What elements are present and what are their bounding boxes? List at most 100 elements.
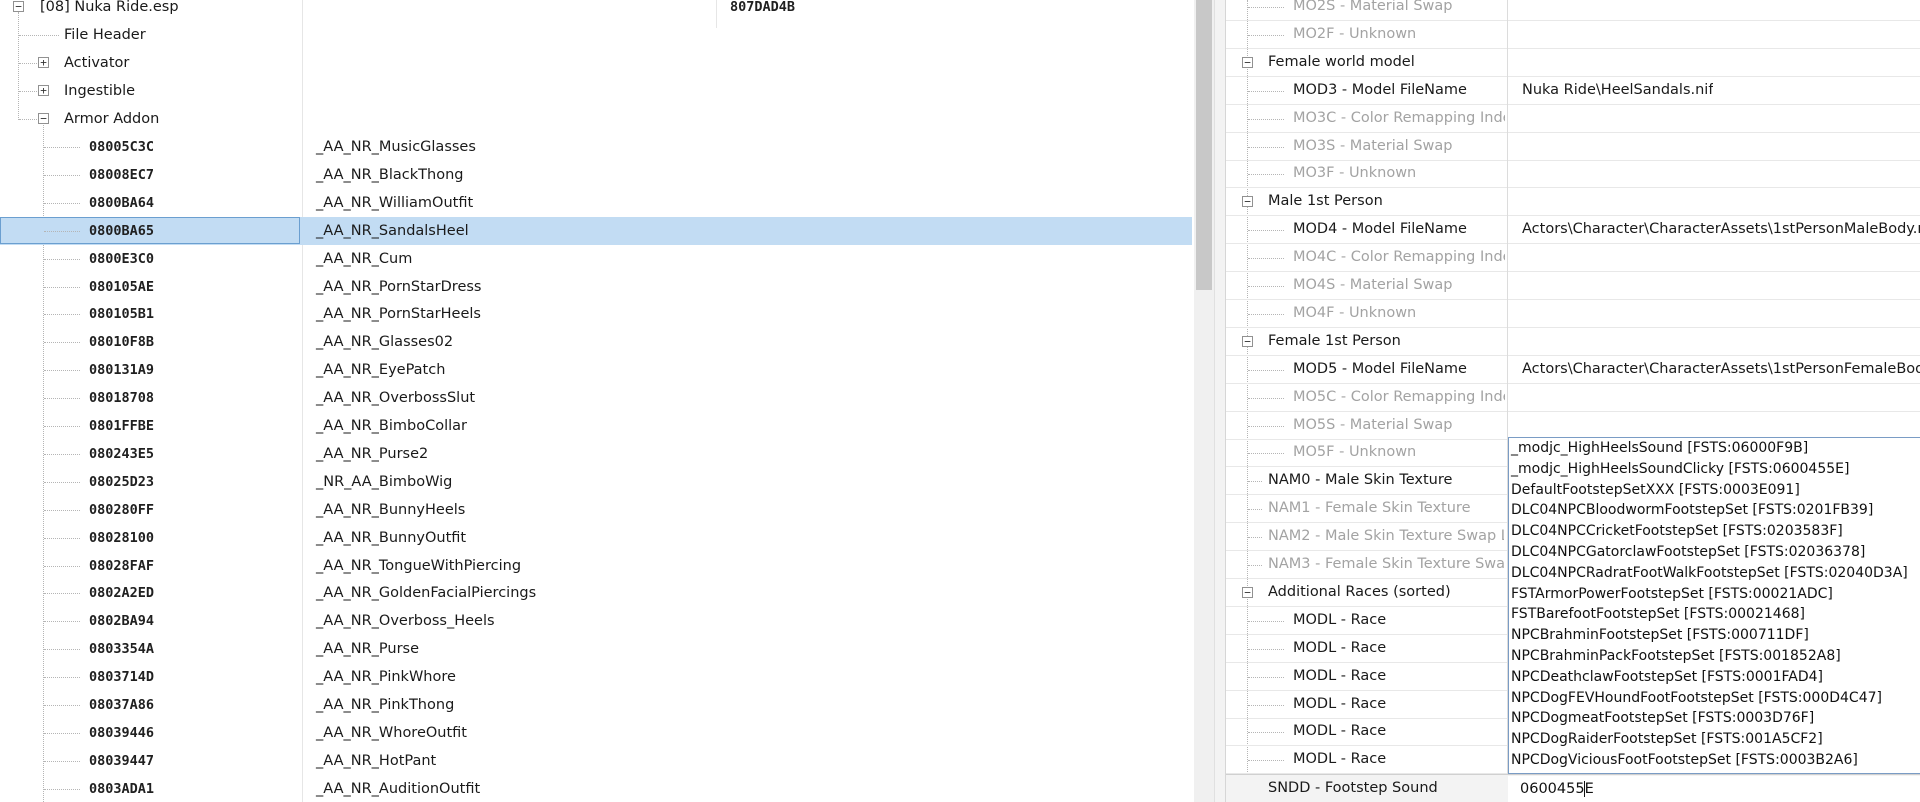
- grid-branch-line: [1248, 146, 1284, 148]
- grid-row[interactable]: MO4S - Material Swap: [1226, 272, 1920, 300]
- record-form-id: 0800BA64: [89, 194, 155, 211]
- tree-record-row[interactable]: 080105B1 _AA_NR_PornStarHeels: [0, 300, 1192, 328]
- grid-field-label: MOD3 - Model FileName: [1293, 81, 1467, 98]
- tree-branch-line: [44, 677, 80, 679]
- dropdown-option[interactable]: FSTArmorPowerFootstepSet [FSTS:00021ADC]: [1509, 584, 1920, 605]
- record-editor-id: _AA_NR_BlackThong: [316, 166, 464, 183]
- tree-record-row[interactable]: 08008EC7 _AA_NR_BlackThong: [0, 161, 1192, 189]
- grid-branch-line: [1248, 230, 1284, 232]
- record-form-id: 08025D23: [89, 473, 155, 490]
- grid-branch-line: [1248, 509, 1262, 511]
- grid-row[interactable]: MO4C - Color Remapping Index: [1226, 244, 1920, 273]
- tree-branch-line: [44, 788, 80, 790]
- grid-row[interactable]: MO5C - Color Remapping Index: [1226, 384, 1920, 412]
- grid-field-value[interactable]: Actors\Character\CharacterAssets\1stPers…: [1522, 356, 1920, 383]
- tree-record-row[interactable]: 0803ADA1 _AA_NR_AuditionOutfit: [0, 775, 1192, 802]
- grid-row[interactable]: MO4F - Unknown: [1226, 300, 1920, 328]
- tree-branch-line: [44, 314, 80, 316]
- footstep-sound-input[interactable]: [1508, 776, 1920, 802]
- tree-record-row[interactable]: 08010F8B _AA_NR_Glasses02: [0, 328, 1192, 356]
- grid-row[interactable]: MOD5 - Model FileName Actors\Character\Ch…: [1226, 356, 1920, 384]
- tree-branch-line: [44, 732, 80, 734]
- dropdown-option[interactable]: DLC04NPCBloodwormFootstepSet [FSTS:0201F…: [1509, 500, 1920, 521]
- tree-record-row[interactable]: 08028100 _AA_NR_BunnyOutfit: [0, 524, 1192, 552]
- collapse-toggle[interactable]: −: [38, 113, 49, 124]
- tree-record-row[interactable]: 080131A9 _AA_NR_EyePatch: [0, 356, 1192, 384]
- grid-row[interactable]: MO3F - Unknown: [1226, 160, 1920, 189]
- tree-record-row[interactable]: 08005C3C _AA_NR_MusicGlasses: [0, 133, 1192, 161]
- tree-record-row[interactable]: 0803714D _AA_NR_PinkWhore: [0, 663, 1192, 691]
- grid-field-label: NAM0 - Male Skin Texture: [1268, 472, 1453, 489]
- dropdown-option[interactable]: DefaultFootstepSetXXX [FSTS:0003E091]: [1509, 480, 1920, 501]
- tree-group-row[interactable]: − Armor Addon: [0, 105, 1192, 133]
- tree-file-header-row[interactable]: File Header: [0, 21, 1192, 49]
- collapse-toggle[interactable]: −: [13, 1, 24, 12]
- dropdown-option[interactable]: DLC04NPCGatorclawFootstepSet [FSTS:02036…: [1509, 542, 1920, 563]
- footstep-sound-dropdown-list[interactable]: _modjc_HighHeelsSound [FSTS:06000F9B] _mo…: [1508, 437, 1920, 774]
- tree-plugin-row[interactable]: − [08] Nuka Ride.esp 807DAD4B: [0, 0, 1192, 21]
- dropdown-option[interactable]: DLC04NPCCricketFootstepSet [FSTS:0203583…: [1509, 521, 1920, 542]
- tree-record-row[interactable]: 080105AE _AA_NR_PornStarDress: [0, 273, 1192, 301]
- grid-branch-line: [1248, 481, 1262, 483]
- tree-branch-line: [44, 649, 80, 651]
- tree-record-row[interactable]: 08039446 _AA_NR_WhoreOutfit: [0, 719, 1192, 747]
- grid-row[interactable]: MO2S - Material Swap: [1226, 0, 1920, 21]
- tree-record-row[interactable]: 080280FF _AA_NR_BunnyHeels: [0, 496, 1192, 524]
- grid-row[interactable]: MO3S - Material Swap: [1226, 133, 1920, 161]
- tree-scrollbar-thumb[interactable]: [1196, 0, 1212, 290]
- collapse-toggle[interactable]: −: [1242, 335, 1253, 347]
- tree-record-row[interactable]: 0802BA94 _AA_NR_Overboss_Heels: [0, 607, 1192, 635]
- grid-row[interactable]: − Female world model: [1226, 49, 1920, 77]
- dropdown-option[interactable]: NPCDeathclawFootstepSet [FSTS:0001FAD4]: [1509, 667, 1920, 688]
- grid-row[interactable]: MOD4 - Model FileName Actors\Character\Ch…: [1226, 216, 1920, 245]
- pane-splitter[interactable]: [1214, 0, 1226, 802]
- collapse-toggle[interactable]: −: [1242, 56, 1253, 68]
- expand-toggle[interactable]: +: [38, 85, 49, 96]
- record-editor-id: _AA_NR_Cum: [316, 250, 413, 267]
- collapse-toggle[interactable]: −: [1242, 196, 1253, 208]
- tree-group-row[interactable]: + Activator: [0, 49, 1192, 77]
- tree-group-row[interactable]: + Ingestible: [0, 77, 1192, 105]
- tree-record-row[interactable]: 0803354A _AA_NR_Purse: [0, 635, 1192, 663]
- dropdown-option[interactable]: NPCDogFEVHoundFootFootstepSet [FSTS:000D…: [1509, 688, 1920, 709]
- record-form-id: 08037A86: [89, 697, 155, 713]
- tree-record-row[interactable]: 08018708 _AA_NR_OverbossSlut: [0, 384, 1192, 412]
- tree-branch-line: [44, 370, 80, 372]
- tree-record-row[interactable]: 08025D23 _NR_AA_BimboWig: [0, 468, 1192, 496]
- dropdown-option[interactable]: FSTBarefootFootstepSet [FSTS:00021468]: [1509, 604, 1920, 625]
- dropdown-option[interactable]: _modjc_HighHeelsSound [FSTS:06000F9B]: [1509, 438, 1920, 459]
- tree-branch-line: [44, 537, 80, 539]
- tree-record-row[interactable]: 0800E3C0 _AA_NR_Cum: [0, 245, 1192, 273]
- tree-record-row[interactable]: 0801FFBE _AA_NR_BimboCollar: [0, 412, 1192, 440]
- dropdown-option[interactable]: NPCDogRaiderFootstepSet [FSTS:001A5CF2]: [1509, 729, 1920, 750]
- tree-record-row[interactable]: 0800BA64 _AA_NR_WilliamOutfit: [0, 189, 1192, 217]
- grid-field-label: MO3C - Color Remapping Index: [1293, 109, 1505, 126]
- dropdown-option[interactable]: NPCDogViciousFootFootstepSet [FSTS:0003B…: [1509, 750, 1920, 771]
- footstep-sound-row[interactable]: SNDD - Footstep Sound: [1226, 774, 1920, 802]
- tree-branch-line: [44, 202, 80, 204]
- record-tree[interactable]: − [08] Nuka Ride.esp 807DAD4B File Heade…: [0, 0, 1194, 802]
- collapse-toggle[interactable]: −: [1242, 586, 1253, 598]
- dropdown-option[interactable]: DLC04NPCRadratFootWalkFootstepSet [FSTS:…: [1509, 563, 1920, 584]
- tree-record-row[interactable]: 08037A86 _AA_NR_PinkThong: [0, 691, 1192, 719]
- grid-row[interactable]: MOD3 - Model FileName Nuka Ride\HeelSanda…: [1226, 77, 1920, 105]
- tree-record-row[interactable]: 08028FAF _AA_NR_TongueWithPiercing: [0, 552, 1192, 580]
- grid-branch-line: [1248, 425, 1284, 427]
- dropdown-option[interactable]: NPCBrahminFootstepSet [FSTS:000711DF]: [1509, 625, 1920, 646]
- dropdown-option[interactable]: _modjc_HighHeelsSoundClicky [FSTS:060045…: [1509, 459, 1920, 480]
- dropdown-option[interactable]: NPCBrahminPackFootstepSet [FSTS:001852A8…: [1509, 646, 1920, 667]
- grid-row[interactable]: − Male 1st Person: [1226, 188, 1920, 217]
- grid-field-value[interactable]: Actors\Character\CharacterAssets\1stPers…: [1522, 216, 1920, 243]
- grid-row[interactable]: MO5S - Material Swap: [1226, 412, 1920, 440]
- expand-toggle[interactable]: +: [38, 57, 49, 68]
- tree-record-row[interactable]: 0802A2ED _AA_NR_GoldenFacialPiercings: [0, 579, 1192, 607]
- grid-row[interactable]: MO2F - Unknown: [1226, 21, 1920, 49]
- tree-record-row[interactable]: 080243E5 _AA_NR_Purse2: [0, 440, 1192, 468]
- grid-field-value[interactable]: Nuka Ride\HeelSandals.nif: [1522, 77, 1713, 104]
- tree-record-row[interactable]: 08039447 _AA_NR_HotPant: [0, 747, 1192, 775]
- grid-row[interactable]: − Female 1st Person: [1226, 328, 1920, 356]
- tree-record-row-selected[interactable]: 0800BA65 _AA_NR_SandalsHeel: [0, 216, 1192, 245]
- grid-row[interactable]: MO3C - Color Remapping Index: [1226, 105, 1920, 133]
- grid-field-label: MOD4 - Model FileName: [1293, 221, 1467, 238]
- dropdown-option[interactable]: NPCDogmeatFootstepSet [FSTS:0003D76F]: [1509, 708, 1920, 729]
